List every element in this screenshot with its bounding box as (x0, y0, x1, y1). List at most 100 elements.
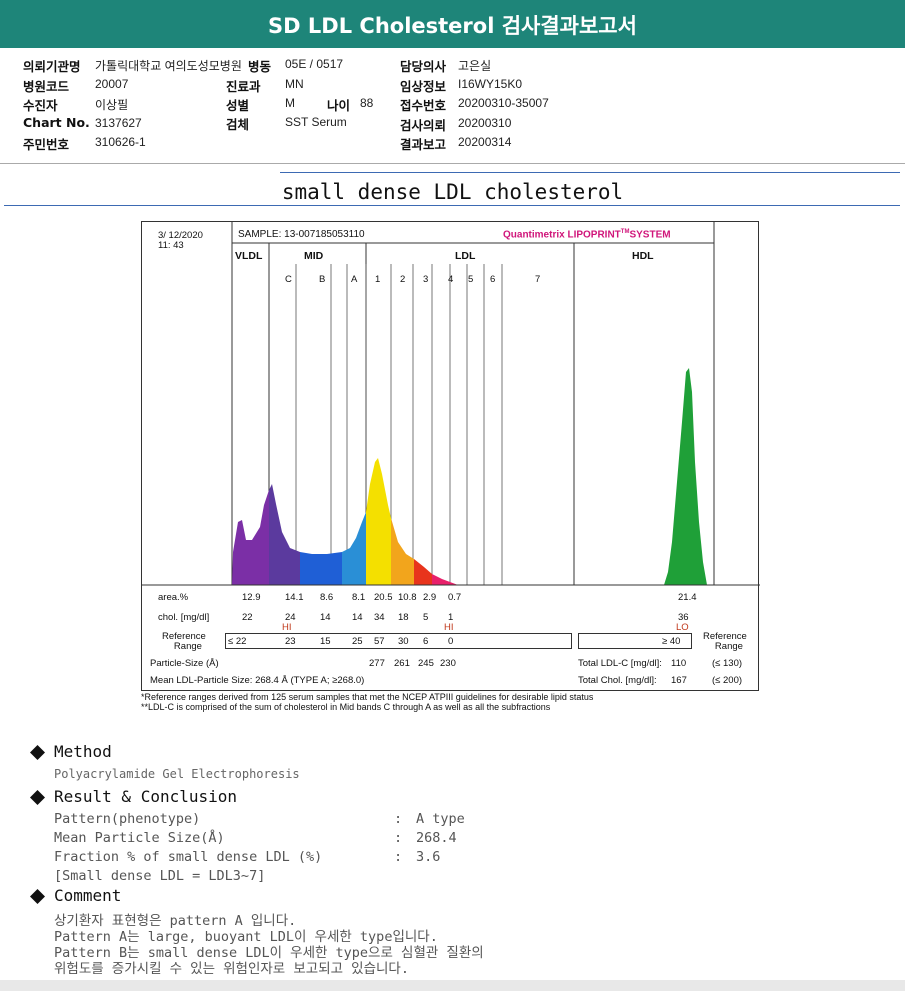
pattern-sep: : (394, 811, 403, 827)
pattern-label: Pattern(phenotype) (54, 811, 201, 827)
sample-id: SAMPLE: 13-007185053110 (238, 229, 365, 240)
band-label-C: C (285, 274, 292, 285)
ward-label: 병동 (248, 59, 272, 74)
band-label-3: 3 (423, 274, 429, 285)
id-label: 주민번호 (23, 137, 70, 152)
sex-label: 성별 (226, 98, 250, 113)
receipt-label: 접수번호 (400, 98, 447, 113)
ward-value: 05E / 0517 (285, 57, 344, 71)
fraction-sep: : (394, 849, 403, 865)
doctor-label: 담당의사 (400, 59, 447, 74)
particle-size-value: 245 (418, 658, 434, 669)
ldl-2-peak (391, 518, 414, 585)
total-chol-label: Total Chol. [mg/dl]: (578, 675, 657, 686)
page-bottom-bar (0, 980, 905, 991)
peak-fills (232, 368, 707, 585)
chol-value: 22 (242, 612, 253, 623)
specimen-value: SST Serum (285, 115, 347, 129)
receipt-value: 20200310-35007 (458, 96, 549, 110)
band-label-2: 2 (400, 274, 406, 285)
band-label-B: B (319, 274, 326, 285)
chart-label: Chart No. (23, 115, 90, 130)
band-label-A: A (351, 274, 358, 285)
total-ldl-ref: (≤ 130) (712, 658, 743, 669)
total-ldl-value: 110 (671, 658, 687, 669)
sex-value: M (285, 96, 295, 110)
ref-value: 15 (320, 636, 331, 647)
band-label-4: 4 (448, 274, 454, 285)
band-label-5: 5 (468, 274, 474, 285)
particle-size-value: 230 (440, 658, 456, 669)
ref-value: ≤ 22 (228, 636, 247, 647)
report-date-value: 20200314 (458, 135, 512, 149)
group-vldl: VLDL (235, 250, 263, 262)
patient-value: 이상필 (95, 98, 129, 112)
chol-value: 34 (374, 612, 385, 623)
result-heading: Result & Conclusion (54, 787, 238, 806)
comment-line-4: 위험도를 증가시킬 수 있는 위험인자로 보고되고 있습니다. (54, 961, 409, 977)
area-value: 20.5 (374, 592, 393, 603)
total-ldl-label: Total LDL-C [mg/dl]: (578, 658, 662, 669)
area-value: 21.4 (678, 592, 697, 603)
flag-lo: LO (676, 622, 689, 633)
lipoprint-report: 3/ 12/2020 11: 43 SAMPLE: 13-00718505311… (141, 221, 760, 691)
ref-value: 57 (374, 636, 385, 647)
brand-name: Quantimetrix LIPOPRINTTMSYSTEM (503, 229, 671, 241)
ref-hdl-value: ≥ 40 (662, 636, 681, 647)
request-label: 검사의뢰 (400, 118, 447, 133)
chol-value: 5 (423, 612, 429, 623)
chol-value: 14 (352, 612, 363, 623)
total-chol-ref: (≤ 200) (712, 675, 743, 686)
chol-value: 18 (398, 612, 409, 623)
group-mid: MID (304, 250, 324, 262)
code-value: 20007 (95, 77, 129, 91)
age-value: 88 (360, 96, 374, 110)
particle-size-value: 277 (369, 658, 385, 669)
band-label-1: 1 (375, 274, 381, 285)
ref-value: 30 (398, 636, 409, 647)
dept-value: MN (285, 77, 304, 91)
patient-label: 수진자 (23, 98, 58, 113)
footnote-1: *Reference ranges derived from 125 serum… (141, 692, 594, 702)
diamond-bullet-icon (30, 745, 45, 760)
area-value: 0.7 (448, 592, 462, 603)
age-label: 나이 (327, 98, 351, 113)
fraction-value: 3.6 (416, 849, 441, 865)
band-label-7: 7 (535, 274, 541, 285)
group-hdl: HDL (632, 250, 654, 262)
specimen-label: 검체 (226, 117, 250, 132)
area-value: 2.9 (423, 592, 437, 603)
mean-size-sep: : (394, 830, 403, 846)
method-text: Polyacrylamide Gel Electrophoresis (54, 767, 300, 781)
chol-value: 14 (320, 612, 331, 623)
divider-top (280, 172, 900, 173)
report-date-label: 결과보고 (400, 137, 447, 152)
small-dense-note: [Small dense LDL = LDL3~7] (54, 868, 266, 884)
fraction-label: Fraction % of small dense LDL (%) (54, 849, 323, 865)
ref-value: 23 (285, 636, 296, 647)
footnote-2: **LDL-C is comprised of the sum of chole… (141, 702, 551, 712)
chol-label: chol. [mg/dl] (158, 612, 210, 623)
hospital-label: 의뢰기관명 (23, 59, 81, 74)
report-time: 11: 43 (158, 240, 184, 251)
ref-value: 6 (423, 636, 429, 647)
area-value: 10.8 (398, 592, 417, 603)
request-value: 20200310 (458, 116, 512, 130)
clinical-value: I16WY15K0 (458, 77, 523, 91)
diamond-bullet-icon (30, 889, 45, 904)
comment-heading: Comment (54, 886, 122, 905)
ldl-4-peak (432, 574, 458, 585)
band-label-6: 6 (490, 274, 496, 285)
ldl-1-peak (366, 458, 391, 585)
chart-value: 3137627 (95, 116, 142, 130)
section-title: small dense LDL cholesterol (281, 180, 624, 204)
mean-size-value: 268.4 (416, 830, 457, 846)
area-value: 8.1 (352, 592, 366, 603)
flag-hi: HI (282, 622, 292, 633)
particle-size-value: 261 (394, 658, 410, 669)
flag-hi: HI (444, 622, 454, 633)
area-value: 8.6 (320, 592, 334, 603)
area-value: 14.1 (285, 592, 304, 603)
dept-label: 진료과 (226, 79, 261, 94)
ref-value: 0 (448, 636, 454, 647)
